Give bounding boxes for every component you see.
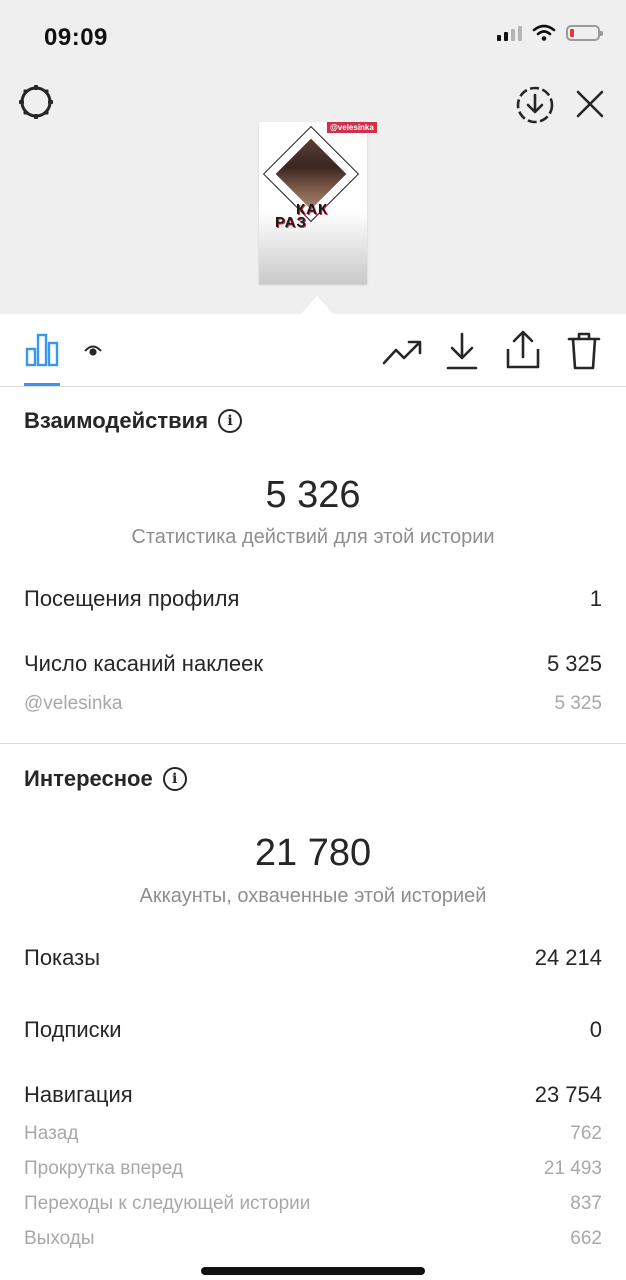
download-icon (446, 332, 478, 370)
home-indicator[interactable] (201, 1267, 425, 1275)
interactions-total: 5 326 (265, 474, 361, 516)
share-button[interactable] (502, 328, 544, 372)
stat-row: Посещения профиля 1 (24, 586, 602, 612)
download-button[interactable] (442, 330, 482, 372)
sub-stat-label: Назад (24, 1123, 79, 1144)
story-mention-sticker: @velesinka (327, 122, 377, 133)
stat-value: 1 (589, 586, 602, 611)
settings-button[interactable] (16, 82, 56, 122)
discovery-total: 21 780 (254, 832, 372, 874)
sub-stat-row: Переходы к следующей истории 837 (24, 1193, 602, 1215)
stat-row: Показы 24 214 (24, 945, 602, 971)
interactions-title: Взаимодействия (24, 408, 209, 433)
sub-stat-value: 837 (570, 1193, 602, 1214)
sub-stat-value: 21 493 (543, 1158, 602, 1179)
stat-value: 0 (589, 1017, 602, 1042)
sticker-handle: @velesinka (24, 693, 123, 714)
trash-icon (567, 332, 601, 370)
stat-label: Показы (24, 945, 101, 970)
stat-row: Подписки 0 (24, 1017, 602, 1043)
sub-stat-row[interactable]: @velesinka 5 325 (24, 693, 602, 715)
share-icon (506, 330, 540, 369)
status-time: 09:09 (44, 24, 108, 51)
sub-stat-value: 762 (570, 1123, 602, 1144)
stat-value: 23 754 (534, 1082, 602, 1107)
active-tab-indicator (24, 383, 60, 386)
info-icon[interactable]: i (162, 767, 187, 791)
stat-value: 5 325 (546, 651, 602, 676)
stat-label: Навигация (24, 1082, 133, 1107)
info-icon[interactable]: i (218, 409, 243, 433)
eye-icon (84, 345, 102, 356)
thumbnail-pointer (301, 296, 333, 314)
status-icons (497, 24, 603, 42)
sub-stat-label: Переходы к следующей истории (24, 1193, 311, 1214)
sub-stat-value: 662 (570, 1228, 602, 1249)
tab-insights[interactable] (22, 328, 62, 370)
sub-stat-row: Назад 762 (24, 1123, 602, 1145)
promote-button[interactable] (380, 332, 424, 372)
delete-button[interactable] (564, 330, 604, 372)
discovery-caption: Аккаунты, охваченные этой историей (139, 885, 487, 907)
sub-stat-row: Выходы 662 (24, 1228, 602, 1250)
discovery-header: Интересное i (24, 766, 187, 792)
story-text-line-2: РАЗ (275, 214, 307, 231)
close-icon (576, 90, 604, 118)
discovery-title: Интересное (24, 766, 153, 791)
stat-label: Число касаний наклеек (24, 651, 263, 676)
close-button[interactable] (572, 86, 608, 122)
sub-stat-label: Выходы (24, 1228, 95, 1249)
bar-chart-icon (25, 333, 59, 367)
settings-gear-icon (19, 85, 53, 119)
sub-stat-label: Прокрутка вперед (24, 1158, 183, 1179)
sub-stat-value: 5 325 (554, 693, 602, 714)
interactions-caption: Статистика действий для этой истории (131, 526, 495, 548)
stat-label: Подписки (24, 1017, 122, 1042)
trending-up-icon (382, 340, 422, 365)
stat-value: 24 214 (534, 945, 602, 970)
save-story-button[interactable] (514, 84, 556, 126)
stat-row: Число касаний наклеек 5 325 (24, 651, 602, 677)
stat-row: Навигация 23 754 (24, 1082, 602, 1108)
tab-viewers[interactable] (82, 340, 104, 360)
cellular-signal-icon (497, 25, 522, 41)
stat-label: Посещения профиля (24, 586, 240, 611)
sub-stat-row: Прокрутка вперед 21 493 (24, 1158, 602, 1180)
wifi-icon (532, 24, 556, 41)
interactions-header: Взаимодействия i (24, 408, 243, 434)
download-circle-icon (516, 86, 554, 124)
battery-icon (566, 25, 603, 41)
section-divider (0, 743, 626, 744)
